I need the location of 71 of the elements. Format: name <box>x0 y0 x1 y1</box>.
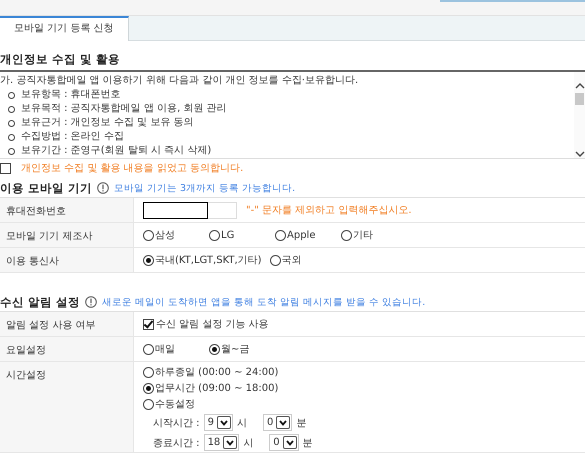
field-label: 알림 설정 사용 여부 <box>0 312 134 336</box>
option-label: 월~금 <box>221 343 250 356</box>
option-label: 매일 <box>155 343 175 356</box>
radio-button[interactable] <box>143 230 154 240</box>
unit-label: 분 <box>296 416 306 430</box>
option-label: 삼성 <box>155 229 175 242</box>
radio-button[interactable] <box>209 344 220 354</box>
terms-text: 가. 공직자통합메일 앱 이용하기 위해 다음과 같이 개인 정보를 수집·보유합니다. <box>0 74 360 88</box>
field-label: 모바일 기기 제조사 <box>0 223 134 247</box>
radio-button[interactable] <box>209 230 220 240</box>
caret-icon <box>282 436 297 449</box>
field-label: 요일설정 <box>0 337 134 361</box>
scrollbar[interactable] <box>574 72 585 158</box>
section-title: 수신 알림 설정 <box>0 294 80 310</box>
option-label: 수동설정 <box>155 398 195 411</box>
option-label: 국내(KT,LGT,SKT,기타) <box>155 254 262 267</box>
radio-button[interactable] <box>143 382 154 394</box>
option-label: Apple <box>287 230 316 240</box>
scroll-down-icon[interactable] <box>574 150 584 158</box>
bullet-icon <box>8 92 15 98</box>
scroll-thumb[interactable] <box>575 93 584 105</box>
checkbox[interactable] <box>143 318 154 330</box>
caret-icon <box>276 416 290 429</box>
info-icon <box>97 182 110 194</box>
terms-item: 수집방법 : 온라인 수집 <box>21 130 124 144</box>
info-icon <box>85 296 98 308</box>
field-label: 휴대전화번호 <box>0 198 134 222</box>
dropdown[interactable]: 0 <box>269 434 299 451</box>
radio-button[interactable] <box>143 398 154 410</box>
bullet-icon <box>8 106 15 112</box>
unit-label: 분 <box>302 436 313 450</box>
checkbox-label: 개인정보 수집 및 활용 내용을 읽었고 동의합니다. <box>21 162 244 175</box>
input-hint: "-" 문자를 제외하고 입력해주십시오. <box>246 204 412 217</box>
terms-item: 보유기간 : 준영구(회원 탈퇴 시 즉시 삭제) <box>21 144 212 158</box>
field-label: 이용 통신사 <box>0 248 134 272</box>
section-title: 이용 모바일 기기 <box>0 180 92 196</box>
scroll-up-icon[interactable] <box>574 82 584 90</box>
time-label: 종료시간 : <box>153 436 200 450</box>
section-title: 개인정보 수집 및 활용 <box>0 52 585 72</box>
radio-button[interactable] <box>270 254 281 266</box>
unit-label: 시 <box>236 416 247 430</box>
terms-item: 보유항목 : 휴대폰번호 <box>21 88 121 102</box>
radio-button[interactable] <box>275 230 286 240</box>
caret-icon <box>216 416 231 429</box>
radio-button[interactable] <box>341 230 352 240</box>
checkbox[interactable] <box>0 162 11 174</box>
caret-icon <box>223 436 238 449</box>
dropdown[interactable]: 9 <box>204 414 233 431</box>
bullet-icon <box>8 148 15 154</box>
option-label: 국외 <box>282 254 302 267</box>
radio-button[interactable] <box>143 254 154 266</box>
input-field[interactable] <box>143 202 237 218</box>
bullet-icon <box>8 120 15 126</box>
radio-button[interactable] <box>143 366 154 378</box>
terms-item: 보유목적 : 공직자통합메일 앱 이용, 회원 관리 <box>21 102 227 116</box>
field-label: 시간설정 <box>0 362 134 452</box>
bullet-icon <box>8 134 15 140</box>
option-label: 업무시간 (09:00 ~ 18:00) <box>155 382 278 395</box>
terms-item: 보유근거 : 개인정보 수집 및 보유 동의 <box>21 116 194 130</box>
option-label: 기타 <box>353 229 373 242</box>
time-label: 시작시간 : <box>153 416 200 430</box>
section-note: 새로운 메일이 도착하면 앱을 통해 도착 알림 메시지를 받을 수 있습니다. <box>102 296 426 308</box>
dropdown[interactable]: 0 <box>262 414 292 431</box>
radio-button[interactable] <box>143 344 154 354</box>
option-label: 수신 알림 설정 기능 사용 <box>156 318 269 331</box>
option-label: 하루종일 (00:00 ~ 24:00) <box>155 366 278 379</box>
option-label: LG <box>221 230 234 240</box>
section-note: 모바일 기기는 3개까지 등록 가능합니다. <box>114 182 296 194</box>
unit-label: 시 <box>243 436 254 450</box>
dropdown[interactable]: 18 <box>204 434 240 451</box>
tab[interactable]: 모바일 기기 등록 신청 <box>0 16 129 41</box>
